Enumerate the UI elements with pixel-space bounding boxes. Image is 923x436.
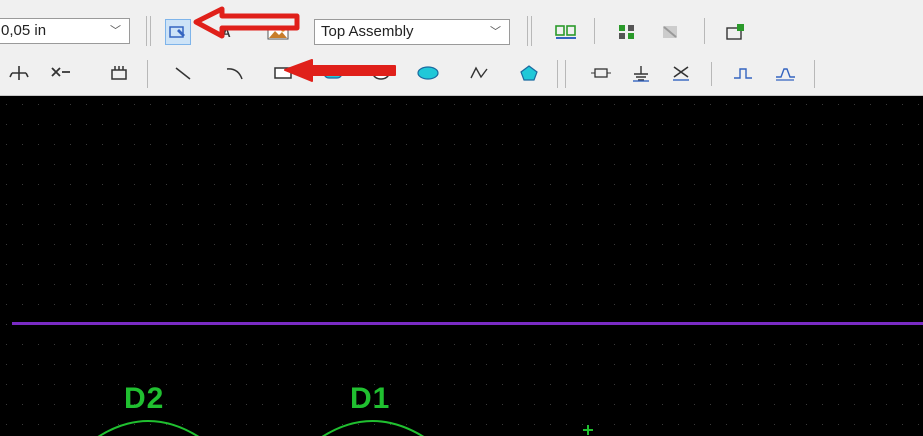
arc-icon bbox=[226, 68, 243, 80]
toolbar-separator bbox=[146, 16, 147, 46]
svg-text:A: A bbox=[222, 26, 231, 40]
d1-outline-arc bbox=[321, 420, 424, 436]
net-icon bbox=[555, 25, 576, 39]
polyline-icon bbox=[470, 66, 488, 79]
components-button[interactable] bbox=[615, 19, 641, 45]
rounded-rectangle-icon bbox=[323, 67, 343, 79]
components-icon bbox=[619, 25, 634, 39]
component-outlines bbox=[97, 420, 593, 436]
main-toolbar: 0,05 in ﹀ A Top Assembly ﹀ bbox=[0, 0, 923, 53]
net-highlight-button[interactable] bbox=[553, 19, 579, 45]
resistor-icon bbox=[591, 68, 611, 78]
oval-tool-button[interactable] bbox=[368, 60, 394, 86]
arc-tool-button[interactable] bbox=[222, 60, 248, 86]
toolbar-separator bbox=[150, 16, 151, 46]
toolbar-separator bbox=[557, 60, 558, 88]
rectangle-icon bbox=[274, 67, 292, 79]
footprint-icon bbox=[111, 66, 127, 80]
place-text-tool-button[interactable] bbox=[165, 19, 191, 45]
grid-size-value: 0,05 in bbox=[1, 22, 47, 39]
pcb-canvas[interactable]: D2 D1 bbox=[0, 96, 923, 436]
d2-outline-arc bbox=[97, 420, 200, 436]
toolbar-separator bbox=[711, 62, 712, 86]
place-text-icon bbox=[169, 26, 185, 38]
polyline-tool-button[interactable] bbox=[466, 60, 492, 86]
line-icon bbox=[175, 67, 191, 80]
trapezoid-icon bbox=[776, 68, 795, 81]
toolbar-separator bbox=[814, 60, 815, 88]
trapezoid-tool-button[interactable] bbox=[772, 60, 798, 86]
text-style-icon: A bbox=[222, 26, 231, 40]
cross-tool-button[interactable] bbox=[668, 60, 694, 86]
oval-icon bbox=[372, 66, 390, 80]
polygon-tool-button[interactable] bbox=[516, 60, 542, 86]
footprint-tool-button[interactable] bbox=[107, 60, 133, 86]
route-icon bbox=[726, 24, 744, 40]
layer-select-value: Top Assembly bbox=[321, 23, 414, 40]
unroute-icon bbox=[663, 26, 677, 38]
ground-tool-button[interactable] bbox=[628, 60, 654, 86]
rounded-rectangle-tool-button[interactable] bbox=[320, 60, 346, 86]
drawing-toolbar bbox=[0, 52, 923, 96]
chevron-down-icon: ﹀ bbox=[490, 26, 501, 38]
ground-icon bbox=[633, 66, 649, 82]
place-image-button[interactable] bbox=[265, 19, 291, 45]
pulse-tool-button[interactable] bbox=[730, 60, 756, 86]
toolbar-separator bbox=[704, 18, 705, 44]
chevron-down-icon: ﹀ bbox=[110, 25, 121, 37]
ellipse-tool-button[interactable] bbox=[415, 60, 441, 86]
polygon-icon bbox=[520, 65, 538, 81]
line-tool-button[interactable] bbox=[170, 60, 196, 86]
toolbar-separator bbox=[565, 60, 566, 88]
pin-icon bbox=[9, 66, 29, 80]
resistor-tool-button[interactable] bbox=[588, 60, 614, 86]
cross-icon bbox=[673, 66, 689, 81]
swap-icon bbox=[51, 67, 70, 77]
route-button[interactable] bbox=[723, 19, 749, 45]
swap-tool-button[interactable] bbox=[48, 60, 74, 86]
rectangle-tool-button[interactable] bbox=[270, 60, 296, 86]
image-icon bbox=[267, 25, 289, 40]
text-style-button[interactable]: A bbox=[218, 19, 244, 45]
unroute-button[interactable] bbox=[658, 19, 684, 45]
toolbar-separator bbox=[594, 18, 595, 44]
pulse-icon bbox=[734, 68, 752, 79]
toolbar-separator bbox=[531, 16, 532, 46]
pin-tool-button[interactable] bbox=[6, 60, 32, 86]
grid-size-combo[interactable]: 0,05 in ﹀ bbox=[0, 18, 130, 44]
toolbar-separator bbox=[147, 60, 148, 88]
layer-select-combo[interactable]: Top Assembly ﹀ bbox=[314, 19, 510, 45]
ellipse-icon bbox=[417, 66, 439, 80]
origin-marker bbox=[583, 425, 593, 435]
toolbar-separator bbox=[527, 16, 528, 46]
